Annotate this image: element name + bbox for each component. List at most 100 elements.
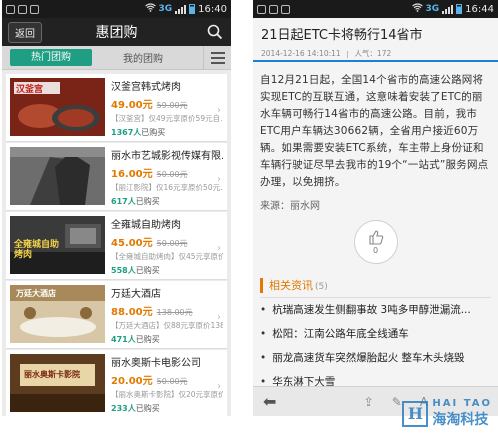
search-icon[interactable] <box>207 24 223 40</box>
related-item[interactable]: 丽龙高速货车突然爆胎起火 整车木头烧毁 <box>253 346 498 370</box>
deal-price: 88.00元 <box>111 307 153 318</box>
deal-name: 汉釜宫韩式烤肉 <box>111 82 181 93</box>
deal-name: 万廷大酒店 <box>111 289 161 300</box>
deal-name: 丽水奥斯卡电影公司 <box>111 358 201 369</box>
watermark-logo: H <box>402 400 429 427</box>
deal-sold: 558人已购买 <box>111 265 223 276</box>
deal-thumbnail: 汉釜宫 <box>10 78 105 136</box>
comment-icon[interactable]: ✎ <box>392 395 402 409</box>
deal-list: 汉釜宫 汉釜宫韩式烤肉 49.00元 59.00元 【汉釜宫】仅49元享原价59元… <box>2 70 231 416</box>
sold-suffix: 已购买 <box>141 128 166 137</box>
status-bar: 3G 16:40 <box>2 0 231 18</box>
watermark-cn: 海淘科技 <box>432 412 489 428</box>
network-type: 3G <box>158 4 173 14</box>
deal-thumbnail: 万廷大酒店 <box>10 285 105 343</box>
chevron-right-icon: › <box>217 173 221 185</box>
deal-item[interactable]: 万廷大酒店 万廷大酒店 88.00元 138.00元 【万廷大酒店】仅88元享原价… <box>6 281 227 349</box>
thumb-label: 万廷大酒店 <box>16 289 56 298</box>
menu-icon[interactable] <box>203 45 231 70</box>
deal-sold: 617人已购买 <box>111 196 223 207</box>
usb-icon <box>30 4 39 14</box>
sold-count: 471人 <box>111 335 136 344</box>
signal-icon <box>442 4 454 14</box>
left-screen: 3G 16:40 返回 惠团购 热门团购 我的团购 汉釜宫 汉釜宫韩式烤肉 49… <box>2 0 231 416</box>
related-count: (5) <box>315 282 328 292</box>
article-title: 21日起ETC卡将畅行14省市 <box>261 28 423 43</box>
article-date: 2014-12-16 14:10:11 <box>261 49 341 58</box>
article-views: 人气：172 <box>354 49 392 58</box>
deal-sold: 471人已购买 <box>111 334 223 345</box>
tab-my-deals[interactable]: 我的团购 <box>102 50 184 65</box>
deal-old-price: 50.00元 <box>156 377 188 386</box>
deal-price: 49.00元 <box>111 100 153 111</box>
deal-price: 45.00元 <box>111 238 153 249</box>
related-title: 相关资讯 <box>269 279 313 292</box>
like-button[interactable]: 0 <box>353 220 398 264</box>
sold-suffix: 已购买 <box>135 335 160 344</box>
status-time: 16:44 <box>465 3 494 15</box>
usb-icon <box>281 4 290 14</box>
deal-thumbnail <box>10 147 105 205</box>
image-icon <box>18 4 27 14</box>
notification-icon <box>6 4 15 14</box>
article-header: 21日起ETC卡将畅行14省市 2014-12-16 14:10:11 人气：1… <box>253 18 498 62</box>
tab-bar: 热门团购 我的团购 <box>2 45 231 70</box>
sold-count: 233人 <box>111 404 136 413</box>
chevron-right-icon: › <box>217 380 221 392</box>
signal-icon <box>175 4 187 14</box>
like-count: 0 <box>372 246 379 255</box>
sold-suffix: 已购买 <box>135 266 160 275</box>
battery-icon <box>189 4 196 14</box>
thumb-label: 汉釜宫 <box>16 85 44 95</box>
article-body: 自12月21日起，全国14个省市的高速公路网将实现ETC的互联互通，这意味着安装… <box>260 74 489 188</box>
deal-item[interactable]: 全雍城自助烤肉 全雍城自助烤肉 45.00元 50.00元 【全雍城自助烤肉】仅4… <box>6 212 227 280</box>
thumb-label: 全雍城自助烤肉 <box>14 240 60 260</box>
status-bar: 3G 16:44 <box>253 0 498 18</box>
chevron-right-icon: › <box>217 311 221 323</box>
deal-old-price: 50.00元 <box>156 239 188 248</box>
deal-description: 【丽江影院】仅16元享原价50元... <box>111 183 223 192</box>
share-icon[interactable]: ⇪ <box>364 395 374 409</box>
deal-old-price: 59.00元 <box>156 101 188 110</box>
thumbs-up-icon <box>368 230 383 245</box>
deal-description: 【万廷大酒店】仅88元享原价138元... <box>111 321 223 330</box>
chevron-right-icon: › <box>217 242 221 254</box>
deal-old-price: 50.00元 <box>156 170 188 179</box>
deal-sold: 233人已购买 <box>111 403 223 414</box>
network-type: 3G <box>425 4 440 14</box>
back-button[interactable]: 返回 <box>8 21 42 43</box>
back-arrow-icon[interactable]: ⬅ <box>263 392 276 411</box>
deal-thumbnail: 丽水奥斯卡影院 <box>10 354 105 412</box>
deal-description: 【丽水奥斯卡影院】仅20元享原价... <box>111 390 223 399</box>
related-item[interactable]: 杭瑞高速发生侧翻事故 3吨多甲醇泄漏流... <box>253 298 498 322</box>
deal-old-price: 138.00元 <box>156 308 193 317</box>
article-meta: 2014-12-16 14:10:11 人气：172 <box>261 48 490 59</box>
related-heading: 相关资讯 (5) <box>260 278 491 293</box>
deal-item[interactable]: 丽水市艺城影视传媒有限... 16.00元 50.00元 【丽江影院】仅16元享原… <box>6 143 227 211</box>
watermark: H HAI TAO 海淘科技 <box>402 398 492 429</box>
watermark-en: HAI TAO <box>432 398 492 409</box>
related-item[interactable]: 松阳：江南公路年底全线通车 <box>253 322 498 346</box>
deal-sold: 1367人已购买 <box>111 127 223 138</box>
deal-item[interactable]: 汉釜宫 汉釜宫韩式烤肉 49.00元 59.00元 【汉釜宫】仅49元享原价59元… <box>6 74 227 142</box>
sold-suffix: 已购买 <box>135 404 160 413</box>
deal-thumbnail: 全雍城自助烤肉 <box>10 216 105 274</box>
tab-hot-deals[interactable]: 热门团购 <box>10 49 92 66</box>
right-screen: 3G 16:44 21日起ETC卡将畅行14省市 2014-12-16 14:1… <box>253 0 498 416</box>
sold-count: 1367人 <box>111 128 142 137</box>
deal-item[interactable]: 丽水奥斯卡影院 丽水奥斯卡电影公司 20.00元 50.00元 【丽水奥斯卡影院】… <box>6 350 227 416</box>
status-time: 16:40 <box>198 3 227 15</box>
sold-suffix: 已购买 <box>135 197 160 206</box>
battery-icon <box>456 4 463 14</box>
chevron-right-icon: › <box>217 104 221 116</box>
sold-count: 617人 <box>111 197 136 206</box>
article-source: 来源：丽水网 <box>260 201 320 212</box>
sold-count: 558人 <box>111 266 136 275</box>
notification-icon <box>257 4 266 14</box>
deal-description: 【全雍城自助烤肉】仅45元享原价... <box>111 252 223 261</box>
deal-description: 【汉釜宫】仅49元享原价59元自... <box>111 114 223 123</box>
thumb-label: 丽水奥斯卡影院 <box>24 370 80 379</box>
image-icon <box>269 4 278 14</box>
deal-name: 丽水市艺城影视传媒有限... <box>111 151 223 162</box>
deal-price: 20.00元 <box>111 376 153 387</box>
